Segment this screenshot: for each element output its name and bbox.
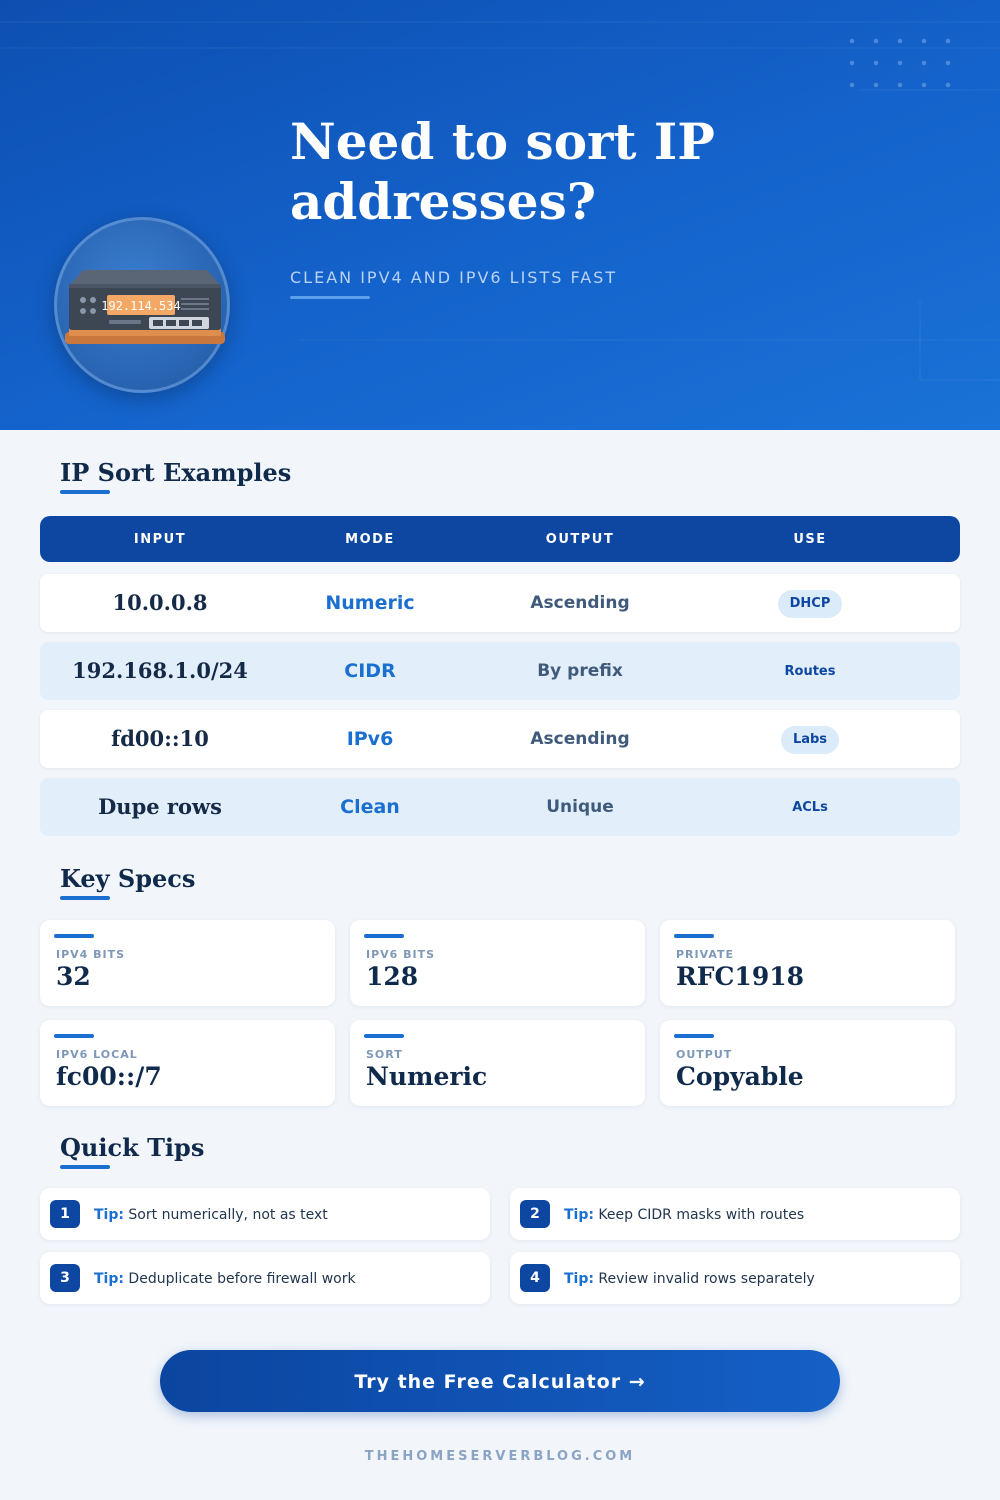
tip-prefix: Tip: [564, 1271, 594, 1287]
spec-label: IPV6 BITS [366, 948, 436, 961]
column-header-input: INPUT [133, 532, 187, 547]
row-mode: Clean [340, 796, 400, 818]
spec-value: 128 [366, 962, 419, 991]
tip-number-badge: 1 [50, 1200, 80, 1228]
row-output: Ascending [530, 729, 630, 749]
row-use-badge: ACLs [792, 799, 828, 815]
row-input: fd00::10 [111, 726, 209, 751]
tips-heading: Quick Tips [60, 1133, 205, 1162]
column-header-output: OUTPUT [545, 532, 615, 547]
tip-card: 1 Tip: Sort numerically, not as text [40, 1188, 490, 1240]
spec-card: SORT Numeric [350, 1020, 645, 1106]
spec-value: 32 [56, 962, 91, 991]
spec-card-accent [674, 1034, 714, 1038]
tip-prefix: Tip: [564, 1207, 594, 1223]
spec-card-accent [674, 934, 714, 938]
tip-text: Keep CIDR masks with routes [598, 1207, 805, 1223]
spec-value: fc00::/7 [56, 1062, 162, 1091]
server-illustration: 192.114.534 [54, 217, 230, 393]
row-output: Unique [546, 797, 614, 817]
table-row: 10.0.0.8 Numeric Ascending DHCP [40, 574, 960, 632]
row-output: Ascending [530, 593, 630, 613]
spec-card: OUTPUT Copyable [660, 1020, 955, 1106]
row-mode: IPv6 [346, 728, 394, 750]
examples-heading: IP Sort Examples [60, 458, 292, 487]
row-use-badge: Routes [784, 663, 836, 679]
try-calculator-button[interactable]: Try the Free Calculator → [160, 1350, 840, 1412]
tip-prefix: Tip: [94, 1207, 124, 1223]
hero-banner: 192.114.534 Need to sort IP addresses? C… [0, 0, 1000, 430]
dot-grid-decoration [840, 30, 960, 90]
spec-card: IPV6 BITS 128 [350, 920, 645, 1006]
spec-card-accent [54, 1034, 94, 1038]
spec-value: Numeric [366, 1062, 488, 1091]
page-subtitle: CLEAN IPV4 AND IPV6 LISTS FAST [290, 268, 618, 287]
spec-label: IPV4 BITS [56, 948, 126, 961]
row-mode: CIDR [344, 660, 396, 682]
examples-heading-underline [60, 490, 110, 494]
row-mode: Numeric [325, 592, 415, 614]
spec-card: PRIVATE RFC1918 [660, 920, 955, 1006]
subtitle-underline [290, 296, 370, 299]
specs-heading-underline [60, 896, 110, 900]
spec-card: IPV4 BITS 32 [40, 920, 335, 1006]
device-display-text: 192.114.534 [101, 299, 180, 313]
tip-text: Deduplicate before firewall work [128, 1271, 356, 1287]
spec-card: IPV6 LOCAL fc00::/7 [40, 1020, 335, 1106]
tip-text: Review invalid rows separately [598, 1271, 815, 1287]
spec-label: IPV6 LOCAL [56, 1048, 138, 1061]
tip-card: 2 Tip: Keep CIDR masks with routes [510, 1188, 960, 1240]
tips-heading-underline [60, 1165, 110, 1169]
row-use-badge: Labs [780, 725, 840, 754]
spec-label: SORT [366, 1048, 403, 1061]
table-row: fd00::10 IPv6 Ascending Labs [40, 710, 960, 768]
row-input: Dupe rows [98, 794, 222, 819]
column-header-use: USE [793, 532, 827, 547]
spec-card-accent [364, 1034, 404, 1038]
footer-site-link[interactable]: THEHOMESERVERBLOG.COM [0, 1449, 1000, 1464]
row-input: 10.0.0.8 [112, 590, 208, 615]
spec-value: RFC1918 [676, 962, 805, 991]
row-use-badge: DHCP [777, 589, 843, 618]
row-output: By prefix [537, 661, 623, 681]
tip-card: 3 Tip: Deduplicate before firewall work [40, 1252, 490, 1304]
row-input: 192.168.1.0/24 [72, 658, 248, 683]
tip-number-badge: 2 [520, 1200, 550, 1228]
tip-text: Sort numerically, not as text [128, 1207, 328, 1223]
spec-value: Copyable [676, 1062, 804, 1091]
tip-prefix: Tip: [94, 1271, 124, 1287]
page-title: Need to sort IP addresses? [290, 112, 715, 231]
tip-card: 4 Tip: Review invalid rows separately [510, 1252, 960, 1304]
tip-number-badge: 3 [50, 1264, 80, 1292]
tip-number-badge: 4 [520, 1264, 550, 1292]
table-row: 192.168.1.0/24 CIDR By prefix Routes [40, 642, 960, 700]
spec-label: PRIVATE [676, 948, 735, 961]
spec-card-accent [54, 934, 94, 938]
examples-table-header: INPUT MODE OUTPUT USE [40, 516, 960, 562]
spec-label: OUTPUT [676, 1048, 733, 1061]
spec-card-accent [364, 934, 404, 938]
specs-heading: Key Specs [60, 864, 196, 893]
table-row: Dupe rows Clean Unique ACLs [40, 778, 960, 836]
server-device-icon: 192.114.534 [65, 270, 225, 344]
column-header-mode: MODE [345, 532, 395, 547]
